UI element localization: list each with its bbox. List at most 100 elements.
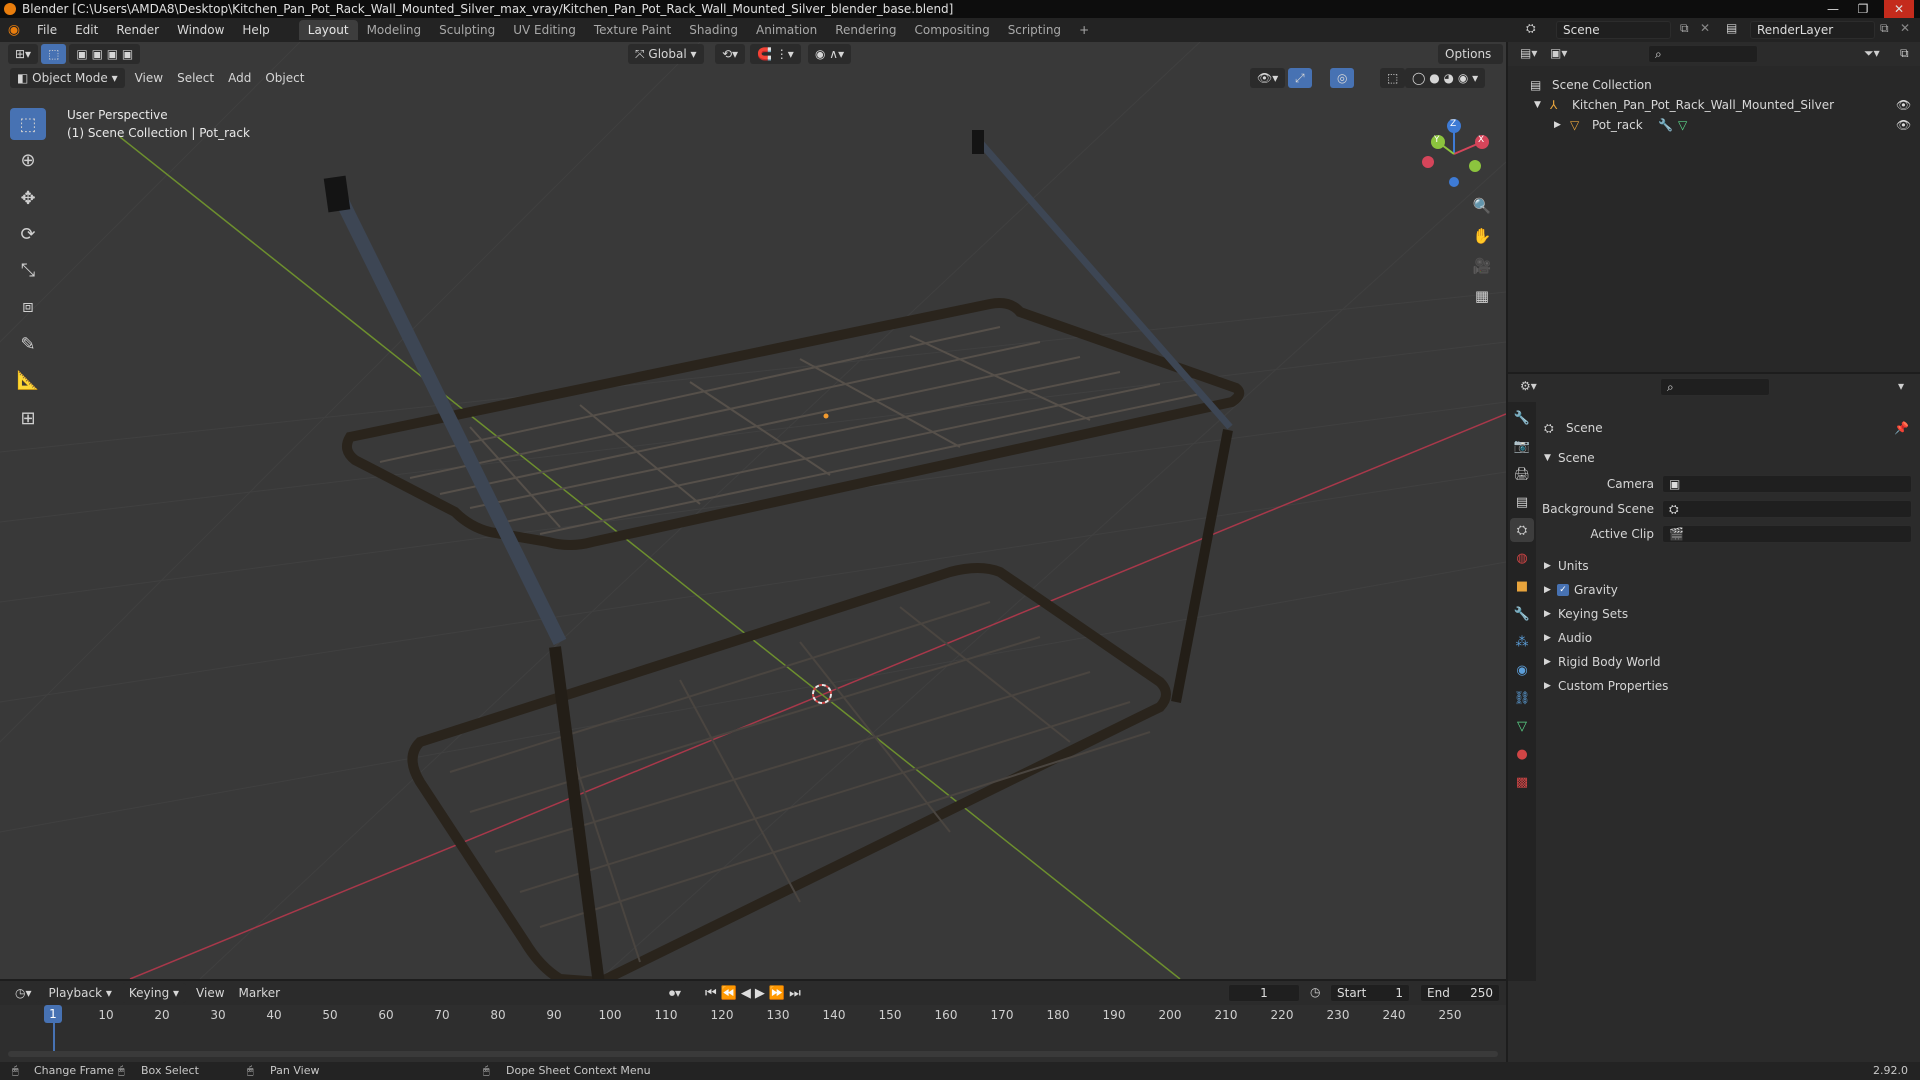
material-tab-icon[interactable]: ● [1510, 742, 1534, 766]
timeline-area[interactable]: 10 20 30 40 50 60 70 80 90 100 110 120 130 140 150 160 1… [0, 1005, 1506, 1062]
expand-arrow-icon[interactable]: ▼ [1534, 95, 1541, 115]
menu-render[interactable]: Render [107, 23, 168, 37]
outliner-item-pot-rack[interactable]: ▶ ▽ Pot_rack 🔧 ▽ 👁 [1508, 115, 1920, 135]
measure-tool-icon[interactable]: 📐 [10, 364, 46, 396]
add-cube-tool-icon[interactable]: ⊞ [10, 402, 46, 434]
tab-sculpting[interactable]: Sculpting [430, 20, 504, 40]
tool-tab-icon[interactable]: 🔧 [1510, 406, 1534, 430]
preview-range-icon[interactable]: ◷ [1310, 985, 1320, 999]
annotate-tool-icon[interactable]: ✎ [10, 328, 46, 360]
units-section[interactable]: ▶ Units [1538, 555, 1918, 577]
select-tool-icon[interactable]: ⬚ [41, 44, 67, 64]
gravity-section[interactable]: ▶ ✓ Gravity [1538, 579, 1918, 601]
proportional-edit-icon[interactable]: ◉ ∧▾ [808, 44, 852, 64]
expand-arrow-icon[interactable]: ▶ [1554, 115, 1561, 135]
physics-tab-icon[interactable]: ◉ [1510, 658, 1534, 682]
view-layer-tab-icon[interactable]: ▤ [1510, 490, 1534, 514]
outliner-editor-type-icon[interactable]: ▤▾ [1520, 46, 1537, 60]
collapse-arrow-icon[interactable]: ▶ [1544, 651, 1551, 673]
scene-tab-icon[interactable]: ⛭ [1510, 518, 1534, 542]
current-frame-field[interactable]: 1 [1228, 984, 1300, 1002]
transform-orientation-dropdown[interactable]: ⤧ Global ▾ [628, 44, 704, 64]
tab-uv-editing[interactable]: UV Editing [504, 20, 585, 40]
new-scene-icon[interactable]: ⧉ [1680, 21, 1689, 36]
filter-icon[interactable]: ⏷▾ [1864, 46, 1880, 61]
world-tab-icon[interactable]: ◍ [1510, 546, 1534, 570]
tab-rendering[interactable]: Rendering [826, 20, 905, 40]
tab-modeling[interactable]: Modeling [358, 20, 431, 40]
camera-field[interactable]: ▣ [1662, 475, 1912, 493]
renderlayer-icon[interactable]: ▤ [1726, 21, 1737, 35]
close-button[interactable]: ✕ [1884, 0, 1914, 18]
pan-hand-icon[interactable]: ✋ [1469, 223, 1495, 249]
keying-sets-section[interactable]: ▶ Keying Sets [1538, 603, 1918, 625]
collapse-arrow-icon[interactable]: ▶ [1544, 579, 1551, 601]
rotate-tool-icon[interactable]: ⟳ [10, 218, 46, 250]
tab-animation[interactable]: Animation [747, 20, 826, 40]
timeline-view-menu[interactable]: View [189, 986, 231, 1000]
collapse-arrow-icon[interactable]: ▶ [1544, 675, 1551, 697]
editor-type-icon[interactable]: ⊞▾ [8, 44, 39, 64]
scene-selector-icon[interactable]: ⛭ [1526, 21, 1536, 36]
timeline-editor-type-icon[interactable]: ◷▾ [8, 983, 39, 1003]
outliner-search-input[interactable]: ⌕ [1648, 45, 1758, 63]
gizmo-toggle-icon[interactable]: ⤢ [1288, 68, 1312, 88]
select-menu[interactable]: Select [170, 71, 221, 85]
camera-view-icon[interactable]: 🎥 [1469, 253, 1495, 279]
delete-scene-icon[interactable]: ✕ [1700, 21, 1710, 35]
collapse-arrow-icon[interactable]: ▶ [1544, 627, 1551, 649]
view-menu[interactable]: View [128, 71, 170, 85]
record-icon[interactable]: ⏺▾ [662, 983, 689, 1003]
timeline-scrollbar[interactable] [8, 1051, 1498, 1057]
visibility-icon[interactable]: 👁▾ [1250, 68, 1286, 88]
zoom-icon[interactable]: 🔍 [1469, 193, 1495, 219]
object-tab-icon[interactable]: ■ [1510, 574, 1534, 598]
selection-mode-icons[interactable]: ▣ ▣ ▣ ▣ [69, 44, 141, 64]
properties-editor-type-icon[interactable]: ⚙▾ [1520, 379, 1537, 393]
scene-name-field[interactable]: Scene [1556, 21, 1671, 39]
menu-edit[interactable]: Edit [66, 23, 107, 37]
perspective-toggle-icon[interactable]: ▦ [1469, 283, 1495, 309]
navigation-gizmo[interactable]: Z X Y [1420, 108, 1500, 188]
tab-texture-paint[interactable]: Texture Paint [585, 20, 680, 40]
tab-compositing[interactable]: Compositing [905, 20, 998, 40]
move-tool-icon[interactable]: ✥ [10, 182, 46, 214]
rigid-body-world-section[interactable]: ▶ Rigid Body World [1538, 651, 1918, 673]
delete-renderlayer-icon[interactable]: ✕ [1900, 21, 1910, 35]
scale-tool-icon[interactable]: ⤡ [10, 254, 46, 286]
outliner-item-kitchen-rack[interactable]: ▼ ⅄ Kitchen_Pan_Pot_Rack_Wall_Mounted_Si… [1508, 95, 1920, 115]
properties-options-icon[interactable]: ▾ [1898, 379, 1904, 393]
menu-file[interactable]: File [28, 23, 66, 37]
minimize-button[interactable]: — [1818, 0, 1848, 18]
maximize-button[interactable]: ❐ [1848, 0, 1878, 18]
custom-properties-section[interactable]: ▶ Custom Properties [1538, 675, 1918, 697]
renderlayer-field[interactable]: RenderLayer [1750, 21, 1875, 39]
properties-search-input[interactable]: ⌕ [1660, 378, 1770, 396]
tab-shading[interactable]: Shading [680, 20, 747, 40]
scene-panel-header[interactable]: ▼ Scene [1538, 447, 1918, 469]
display-mode-icon[interactable]: ▣▾ [1550, 46, 1567, 60]
pot-rack-model[interactable] [323, 130, 1245, 979]
playback-controls-icons[interactable]: ⏮⏪◀▶⏩⏭ [705, 986, 805, 1001]
menu-window[interactable]: Window [168, 23, 233, 37]
blender-menu-icon[interactable]: ◉ [0, 22, 28, 38]
end-frame-field[interactable]: End 250 [1420, 984, 1500, 1002]
audio-section[interactable]: ▶ Audio [1538, 627, 1918, 649]
select-box-tool-icon[interactable]: ⬚ [10, 108, 46, 140]
tab-layout[interactable]: Layout [298, 20, 358, 40]
menu-help[interactable]: Help [233, 23, 278, 37]
object-mode-dropdown[interactable]: ◧ Object Mode ▾ [10, 68, 125, 88]
playhead-marker[interactable]: 1 [44, 1005, 62, 1023]
visibility-eye-icon[interactable]: 👁 [1896, 95, 1911, 115]
overlay-toggle-icon[interactable]: ◎ [1330, 68, 1355, 88]
collapse-arrow-icon[interactable]: ▶ [1544, 603, 1551, 625]
render-tab-icon[interactable]: 📷 [1510, 434, 1534, 458]
constraints-tab-icon[interactable]: ⛓ [1510, 686, 1534, 710]
snap-icon[interactable]: 🧲 ⋮▾ [750, 44, 801, 64]
active-clip-field[interactable]: 🎬 [1662, 525, 1912, 543]
visibility-eye-icon[interactable]: 👁 [1896, 115, 1911, 135]
new-collection-icon[interactable]: ⧉ [1900, 46, 1909, 61]
marker-menu[interactable]: Marker [232, 986, 287, 1000]
collapse-arrow-icon[interactable]: ▶ [1544, 555, 1551, 577]
new-renderlayer-icon[interactable]: ⧉ [1880, 21, 1889, 36]
